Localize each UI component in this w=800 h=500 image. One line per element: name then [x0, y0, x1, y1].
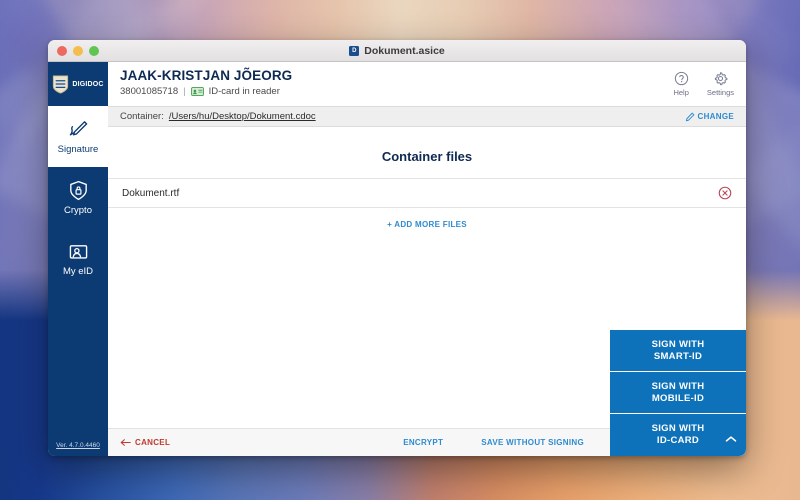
sign-with-smart-id-button[interactable]: SIGN WITH SMART-ID	[610, 330, 746, 372]
sidebar-item-my-eid[interactable]: My eID	[48, 228, 108, 289]
sign-mobile-id-line1: SIGN WITH	[651, 380, 705, 392]
version-label[interactable]: Ver. 4.7.0.4460	[48, 442, 108, 449]
container-files-title: Container files	[381, 149, 473, 164]
sidebar-item-label-signature: Signature	[57, 143, 99, 155]
digidoc-logo-text: DIGIDOC	[72, 80, 104, 88]
help-button[interactable]: Help	[673, 71, 689, 97]
change-container-button[interactable]: CHANGE	[685, 112, 734, 122]
container-path-bar: Container: /Users/hu/Desktop/Dokument.cd…	[108, 106, 746, 127]
gear-icon	[714, 72, 728, 86]
sign-buttons-stack: SIGN WITH SMART-ID SIGN WITH MOBILE-ID S…	[610, 330, 746, 456]
header-actions: Help Settings	[673, 68, 734, 97]
chevron-up-icon[interactable]	[725, 435, 737, 443]
window-title-group: D Dokument.asice	[48, 45, 746, 57]
status-separator: |	[183, 86, 186, 97]
sidebar-item-signature[interactable]: Signature	[48, 106, 108, 167]
remove-circle-icon[interactable]	[718, 186, 732, 200]
sidebar-item-label-my-eid: My eID	[62, 265, 94, 277]
user-name: JAAK-KRISTJAN JÕEORG	[120, 68, 293, 83]
card-status-text: ID-card in reader	[208, 86, 280, 97]
shield-lock-icon	[69, 180, 87, 200]
digidoc-app-window: D Dokument.asice DIGIDOC Signature Crypt…	[48, 40, 746, 456]
desktop-wallpaper: D Dokument.asice DIGIDOC Signature Crypt…	[0, 0, 800, 500]
sign-id-card-line1: SIGN WITH	[651, 423, 705, 434]
user-status-row: 38001085718 | ID-card in reader	[120, 86, 292, 97]
sidebar-item-label-crypto: Crypto	[64, 204, 92, 216]
sidebar: DIGIDOC Signature Crypto My eID Ver. 4.7…	[48, 62, 108, 456]
sign-smart-id-line2: SMART-ID	[653, 350, 703, 362]
cancel-label: CANCEL	[135, 438, 171, 447]
personal-code: 38001085718	[120, 86, 179, 97]
question-circle-icon	[674, 71, 688, 86]
content-area: Container files Dokument.rtf + ADD MORE …	[108, 127, 746, 456]
cancel-button[interactable]: CANCEL	[120, 438, 170, 447]
help-label: Help	[673, 88, 689, 97]
add-more-files-button[interactable]: + ADD MORE FILES	[108, 208, 746, 229]
arrow-left-icon	[120, 439, 131, 446]
id-person-card-icon	[69, 244, 87, 259]
sign-id-card-line2: ID-CARD	[656, 435, 700, 446]
window-titlebar[interactable]: D Dokument.asice	[48, 40, 746, 62]
window-title: Dokument.asice	[364, 44, 445, 57]
encrypt-button[interactable]: ENCRYPT	[403, 438, 443, 447]
digidoc-logo: DIGIDOC	[48, 62, 108, 106]
file-name: Dokument.rtf	[122, 187, 180, 199]
user-header: JAAK-KRISTJAN JÕEORG 38001085718 | ID-ca…	[108, 62, 746, 106]
estonian-coat-of-arms-shield-icon	[53, 74, 69, 94]
settings-button[interactable]: Settings	[707, 71, 734, 97]
file-list-item[interactable]: Dokument.rtf	[108, 178, 746, 208]
save-without-signing-button[interactable]: SAVE WITHOUT SIGNING	[481, 438, 584, 447]
window-body: DIGIDOC Signature Crypto My eID Ver. 4.7…	[48, 62, 746, 456]
main-panel: JAAK-KRISTJAN JÕEORG 38001085718 | ID-ca…	[108, 62, 746, 456]
pencil-icon	[685, 112, 694, 121]
change-label: CHANGE	[697, 112, 734, 121]
sign-with-id-card-button[interactable]: SIGN WITH ID-CARD	[610, 414, 746, 456]
container-label: Container:	[120, 111, 164, 122]
document-badge-icon: D	[349, 45, 360, 56]
container-path-link[interactable]: /Users/hu/Desktop/Dokument.cdoc	[169, 111, 316, 122]
sign-with-mobile-id-button[interactable]: SIGN WITH MOBILE-ID	[610, 372, 746, 414]
id-card-icon	[190, 87, 204, 96]
sign-smart-id-line1: SIGN WITH	[651, 338, 705, 350]
settings-label: Settings	[706, 88, 734, 97]
sign-mobile-id-line2: MOBILE-ID	[651, 392, 705, 404]
user-identity: JAAK-KRISTJAN JÕEORG 38001085718 | ID-ca…	[120, 68, 292, 97]
signature-pen-icon	[69, 120, 87, 135]
sidebar-item-crypto[interactable]: Crypto	[48, 167, 108, 228]
